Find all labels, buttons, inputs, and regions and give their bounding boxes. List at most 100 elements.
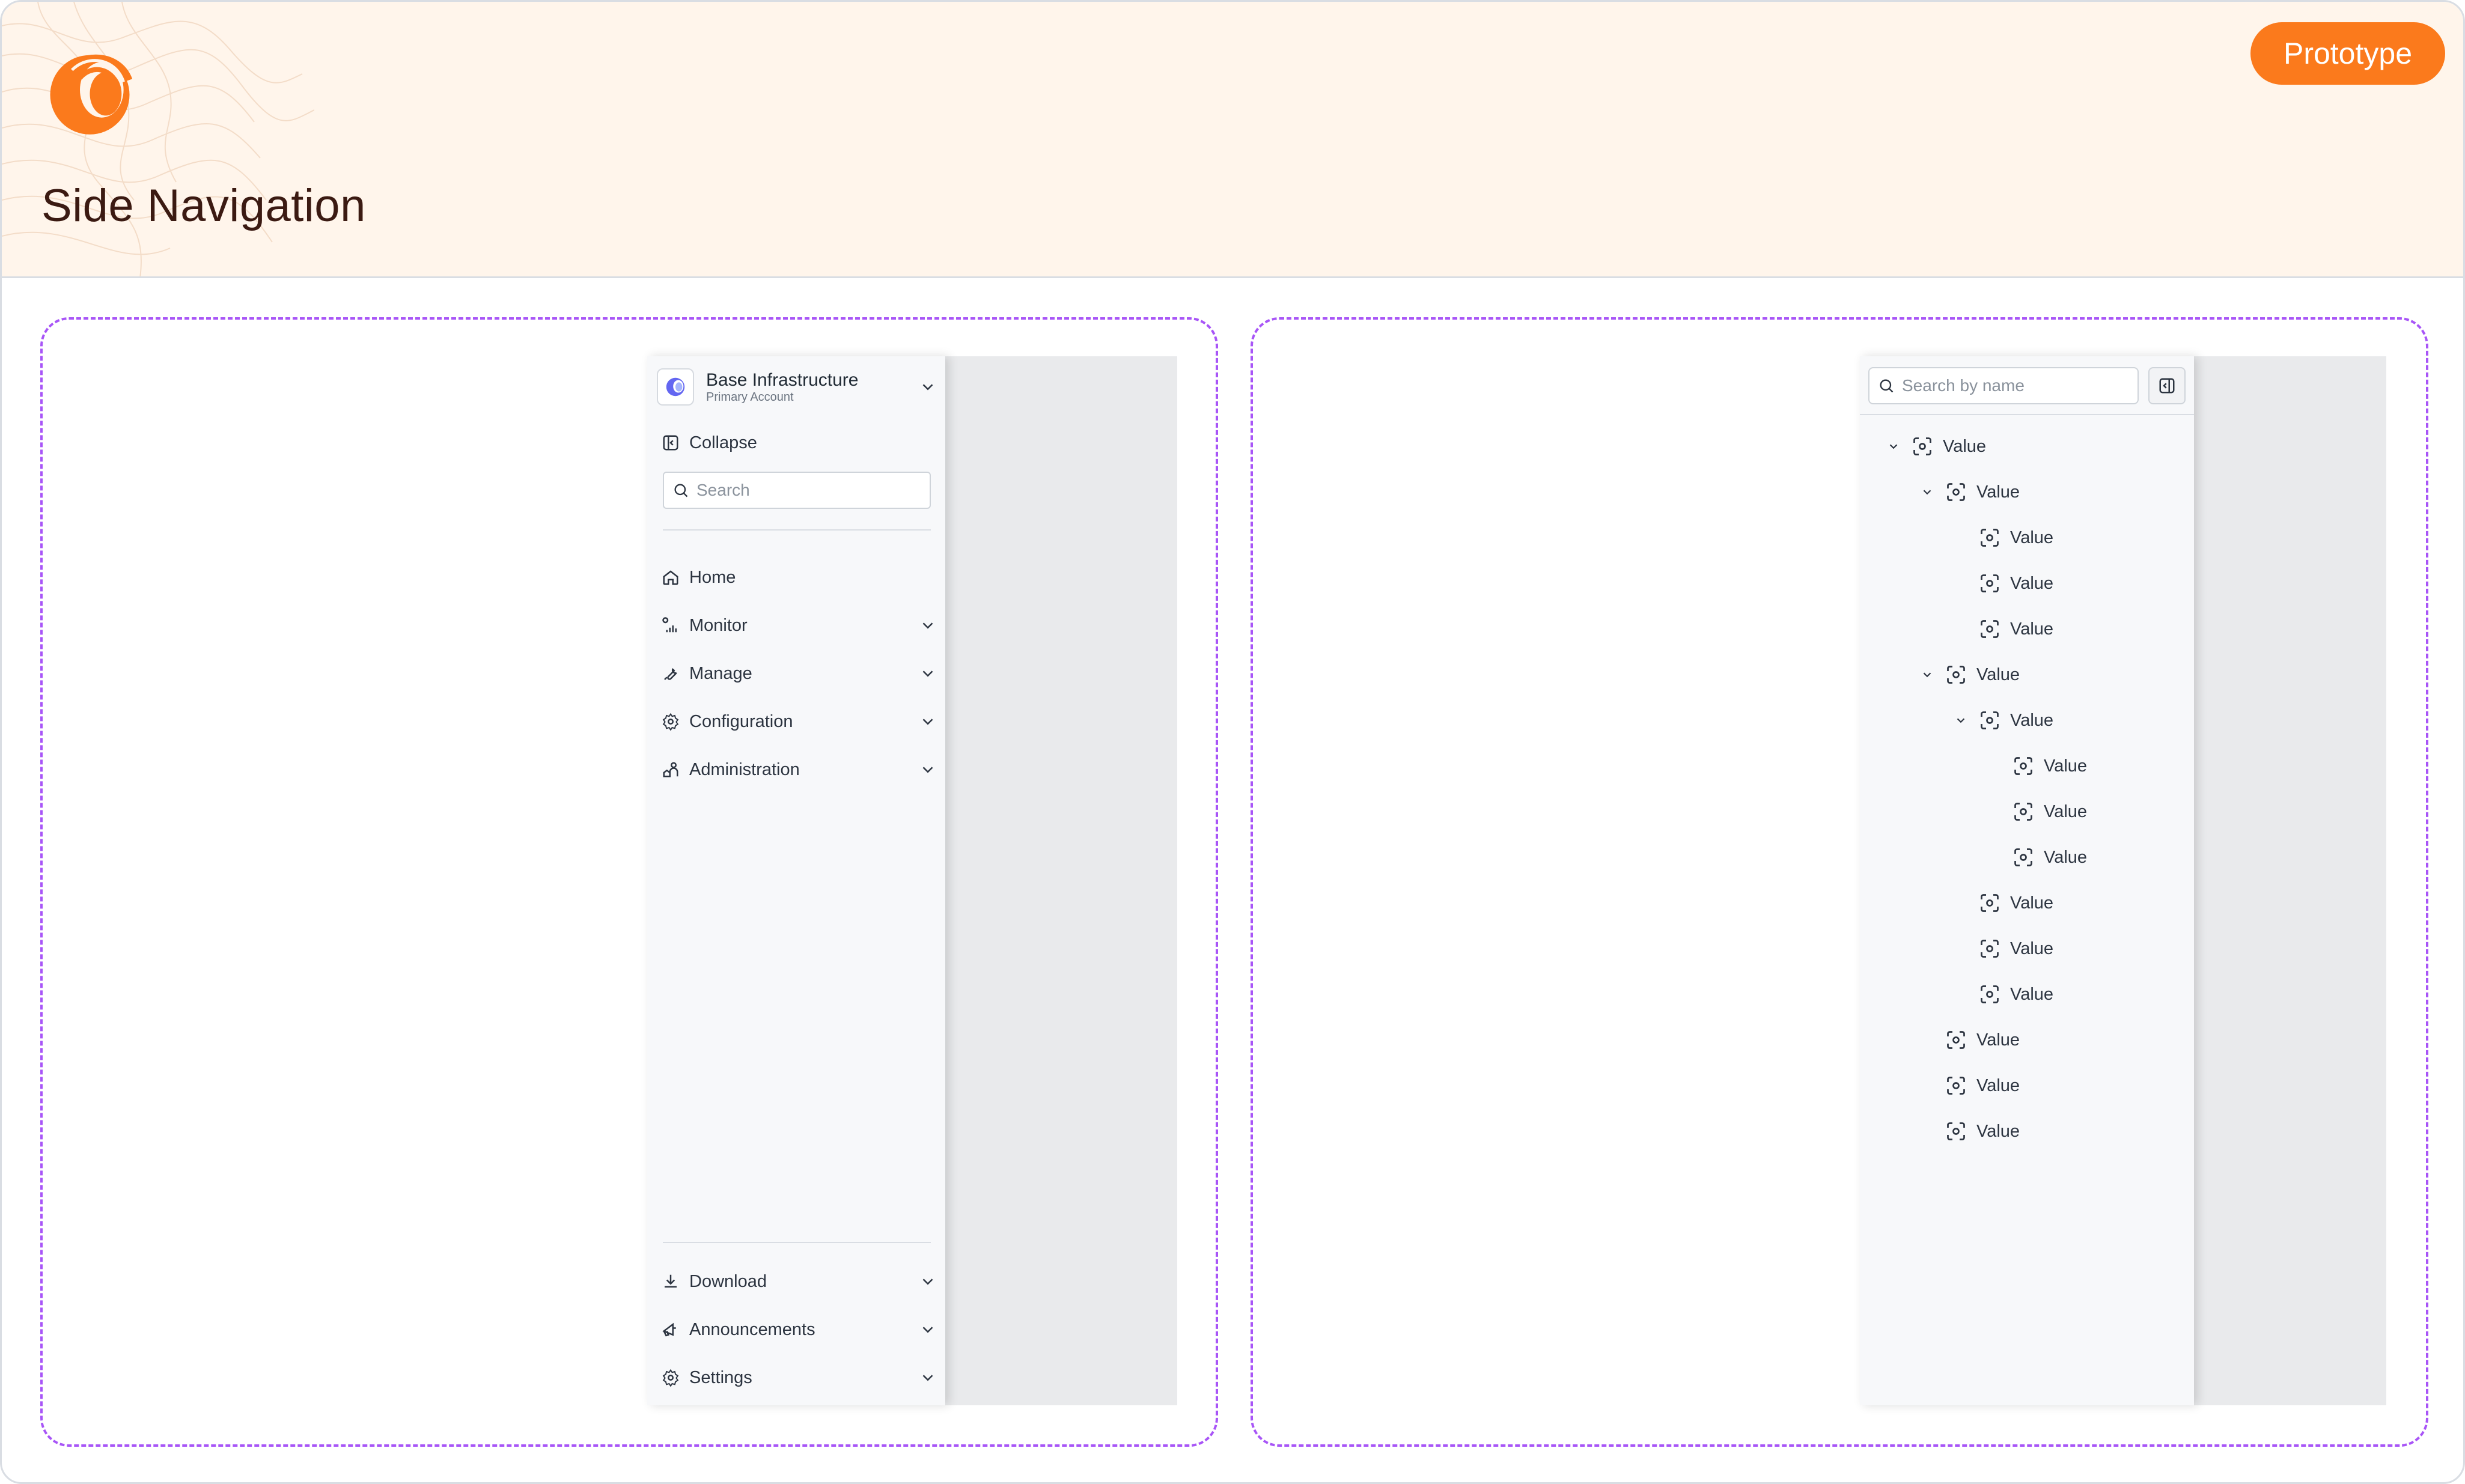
page-header: Side Navigation Prototype [2, 2, 2463, 278]
sidebar-item-label: Administration [689, 759, 800, 779]
chevron-down-icon[interactable] [1915, 480, 1939, 504]
page-title: Side Navigation [41, 180, 366, 231]
tree-node-spacer [1915, 1074, 1939, 1098]
wrench-icon [660, 663, 681, 684]
sidebar-item-label: Monitor [689, 615, 748, 635]
account-name: Base Infrastructure [706, 370, 859, 390]
focus-target-icon [1910, 434, 1934, 458]
sidebar-search-input[interactable] [696, 481, 925, 500]
tree-panel: Value Value Value Value Value Value Value Value… [1860, 356, 2194, 1405]
tree-node-label: Value [2010, 573, 2054, 593]
monitor-chart-icon [660, 615, 681, 636]
tree-node[interactable]: Value [1915, 475, 2020, 509]
chevron-down-icon[interactable] [1882, 434, 1906, 458]
tree-node[interactable]: Value [1949, 612, 2053, 646]
chevron-down-icon [922, 719, 933, 725]
tree-node[interactable]: Value [1915, 1115, 2020, 1148]
tree-node[interactable]: Value [1982, 841, 2087, 874]
focus-target-icon [1978, 526, 2002, 550]
collapse-label: Collapse [689, 433, 757, 452]
tree-node[interactable]: Value [1982, 795, 2087, 829]
tree-node-label: Value [1976, 1030, 2020, 1050]
sidebar-item-label: Configuration [689, 711, 793, 731]
sidebar-collapse-button[interactable] [2148, 367, 2186, 404]
tree-node[interactable]: Value [1882, 430, 1986, 463]
tree-node-label: Value [2044, 756, 2088, 776]
focus-target-icon [1978, 982, 2002, 1006]
tree-node-label: Value [2010, 938, 2054, 958]
sidebar-item-settings[interactable]: Settings [660, 1360, 937, 1396]
side-navigation: Base Infrastructure Primary Account Coll… [647, 356, 945, 1405]
search-icon [674, 484, 688, 497]
tree-node-spacer [1949, 617, 1973, 641]
collapse-button[interactable]: Collapse [660, 425, 937, 461]
sidebar-item-administration[interactable]: Administration [660, 752, 937, 788]
tree-node-spacer [1982, 800, 2006, 824]
prototype-badge[interactable]: Prototype [2250, 22, 2445, 85]
tree-node-spacer [1982, 845, 2006, 869]
tree-search-input[interactable] [1902, 376, 2136, 395]
page-frame: Side Navigation Prototype Base Infrastru… [0, 0, 2465, 1484]
sidebar-item-label: Announcements [689, 1319, 815, 1339]
tree-node[interactable]: Value [1949, 932, 2053, 966]
chevron-down-icon [922, 622, 933, 629]
account-switcher[interactable]: Base Infrastructure Primary Account [657, 363, 937, 410]
sidebar-item-label: Settings [689, 1367, 752, 1387]
tree-node[interactable]: Value [1949, 978, 2053, 1011]
sidebar-item-announcements[interactable]: Announcements [660, 1312, 937, 1348]
tree-node[interactable]: Value [1949, 886, 2053, 920]
focus-target-icon [1944, 1074, 1968, 1098]
tree-node[interactable]: Value [1915, 1069, 2020, 1102]
chevron-down-icon [922, 1327, 933, 1333]
tree-divider [1860, 414, 2194, 415]
tree-node[interactable]: Value [1949, 521, 2053, 555]
sidebar-item-label: Manage [689, 663, 752, 683]
chevron-down-icon [922, 671, 933, 677]
sidebar-item-label: Download [689, 1271, 767, 1291]
tree-node-label: Value [2044, 847, 2088, 867]
tree-node-spacer [1949, 526, 1973, 550]
chevron-down-icon[interactable] [1915, 663, 1939, 687]
focus-target-icon [2011, 845, 2035, 869]
tree-node-label: Value [2010, 710, 2054, 730]
sidebar-item-manage[interactable]: Manage [660, 655, 937, 692]
tree-node[interactable]: Value [1982, 749, 2087, 783]
tree-node[interactable]: Value [1949, 567, 2053, 600]
sidebar-item-configuration[interactable]: Configuration [660, 704, 937, 740]
sidebar-item-download[interactable]: Download [660, 1264, 937, 1300]
sidebar-search[interactable] [663, 472, 931, 509]
focus-target-icon [1978, 571, 2002, 595]
brand-logo [50, 54, 133, 135]
home-icon [660, 567, 681, 588]
sidebar-item-monitor[interactable]: Monitor [660, 607, 937, 643]
tree-node[interactable]: Value [1915, 658, 2020, 692]
focus-target-icon [2011, 800, 2035, 824]
tree-node-spacer [1949, 982, 1973, 1006]
tree-node-label: Value [1976, 1121, 2020, 1141]
focus-target-icon [2011, 754, 2035, 778]
tree-node-label: Value [2010, 619, 2054, 639]
sidebar-divider-top [663, 529, 931, 531]
chevron-down-icon [922, 1279, 933, 1285]
tree-node[interactable]: Value [1949, 704, 2053, 737]
tree-node-spacer [1949, 571, 1973, 595]
focus-target-icon [1944, 663, 1968, 687]
tree-node-label: Value [1976, 1075, 2020, 1095]
sidebar-item-label: Home [689, 567, 736, 587]
chevron-down-icon [922, 1375, 933, 1381]
tree-canvas: Value Value Value Value Value Value Value Value… [1860, 356, 2386, 1405]
tree-node-label: Value [1976, 482, 2020, 502]
account-logo [657, 368, 694, 406]
focus-target-icon [1944, 1028, 1968, 1052]
chevron-down-icon[interactable] [1949, 708, 1973, 732]
chevron-down-icon [922, 767, 933, 773]
tree-node[interactable]: Value [1915, 1023, 2020, 1057]
tree-search[interactable] [1868, 367, 2139, 404]
tree-node-label: Value [2010, 893, 2054, 913]
tree-node-label: Value [1976, 664, 2020, 684]
tree-node-spacer [1949, 937, 1973, 961]
tree-node-label: Value [2044, 801, 2088, 821]
sidebar-item-home[interactable]: Home [660, 559, 937, 595]
settings-icon [660, 1367, 681, 1388]
tree-node-spacer [1982, 754, 2006, 778]
